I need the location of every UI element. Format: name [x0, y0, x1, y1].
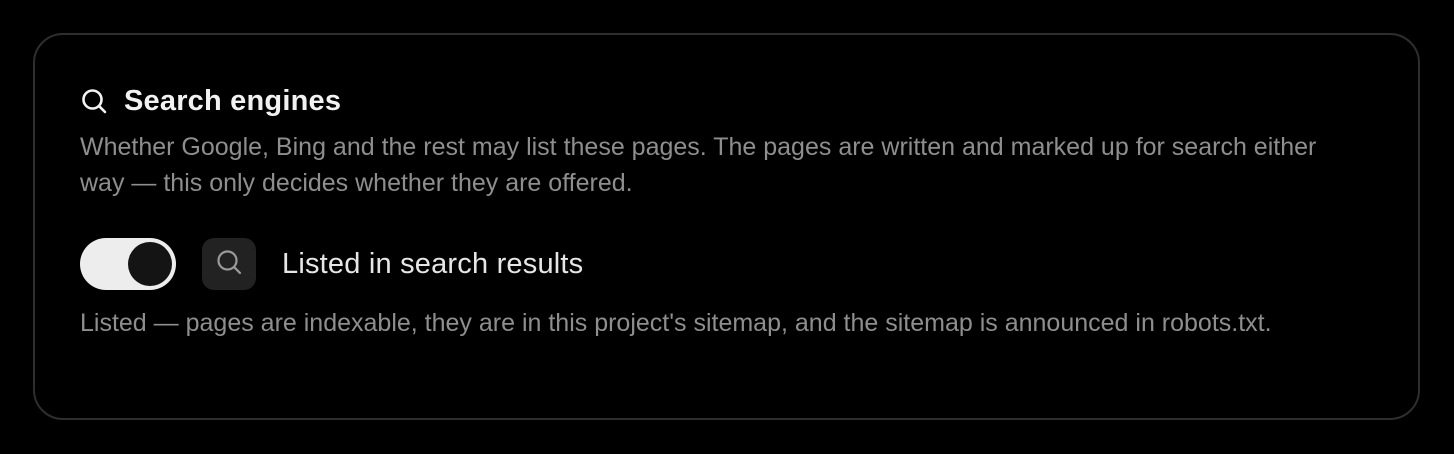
section-header: Search engines [80, 83, 341, 119]
toggle-label: Listed in search results [282, 247, 584, 280]
toggle-knob [128, 242, 172, 286]
search-icon [215, 248, 243, 281]
listed-toggle-switch[interactable] [80, 238, 176, 290]
search-icon-tile [202, 238, 256, 290]
search-engines-card: Search engines Whether Google, Bing and … [33, 33, 1420, 420]
section-description: Whether Google, Bing and the rest may li… [80, 133, 1317, 197]
indexing-toggle-row: Listed in search results [80, 237, 583, 291]
section-title: Search engines [124, 84, 342, 117]
search-icon [80, 87, 108, 115]
indexing-status-description: Listed — pages are indexable, they are i… [80, 309, 1272, 337]
